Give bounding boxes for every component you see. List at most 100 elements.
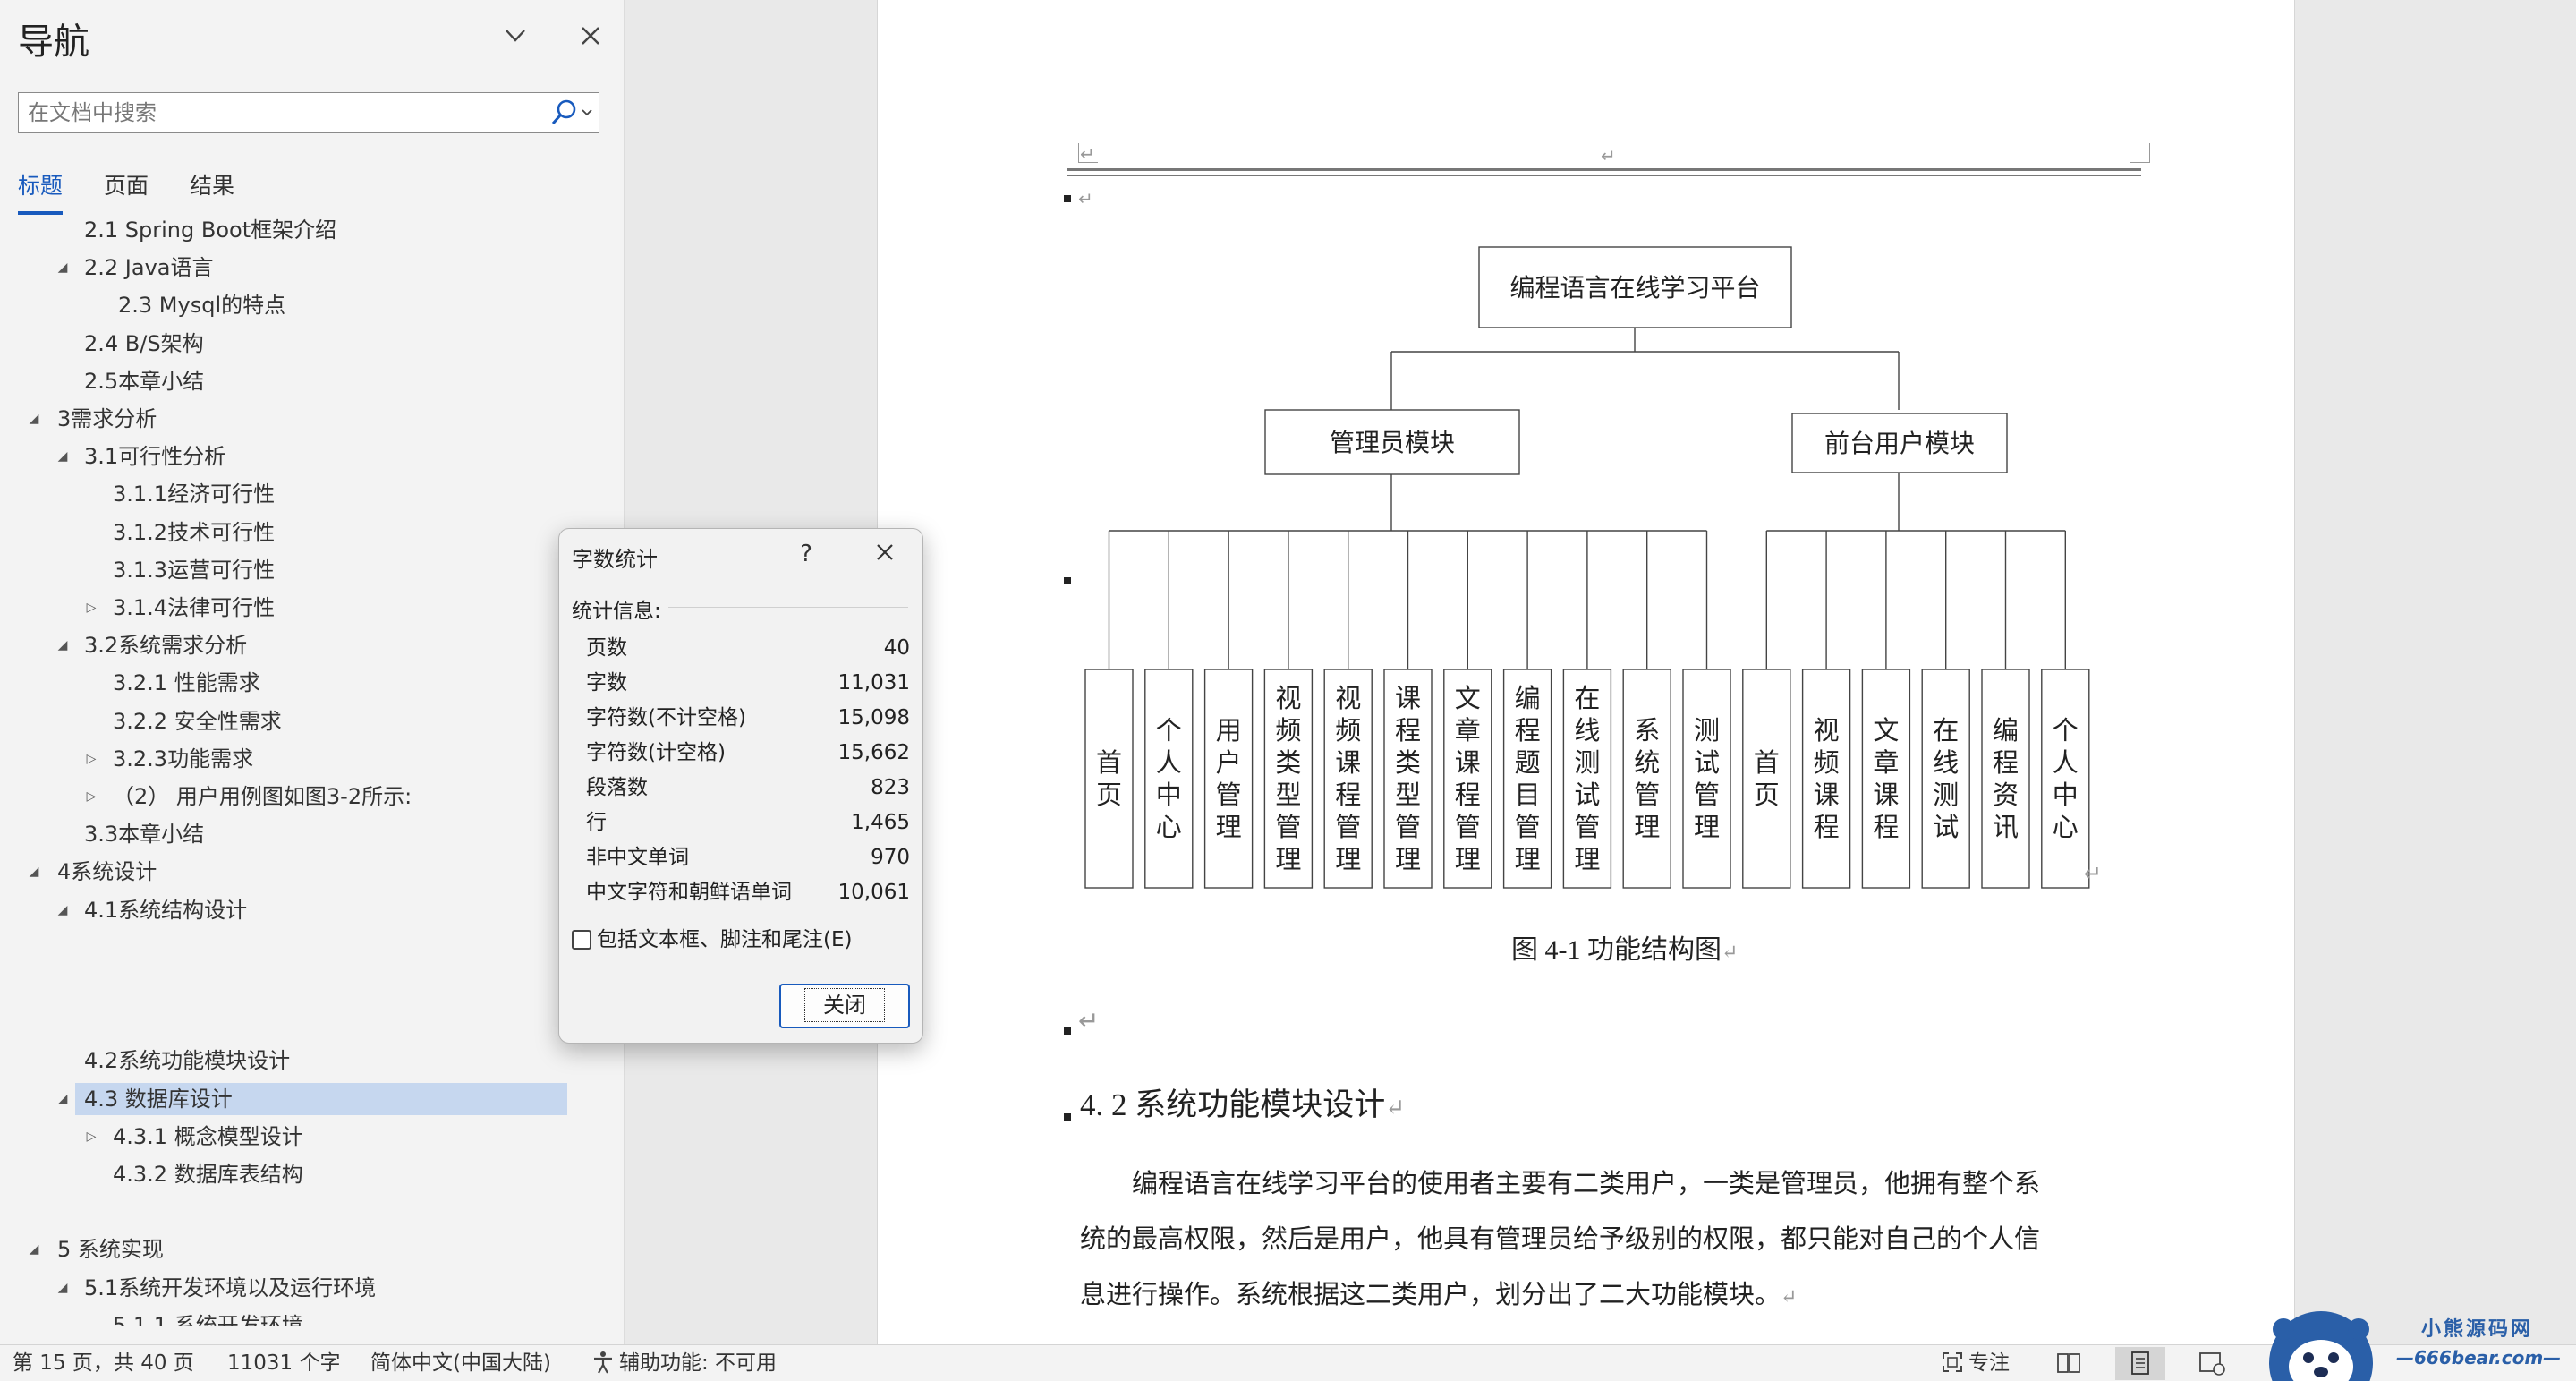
heading-item[interactable]: 2.1 Spring Boot框架介绍 [84, 217, 336, 246]
front-leaf-box: 个人中心 [2041, 669, 2090, 889]
heading-item[interactable]: 4.2系统功能模块设计 [84, 1044, 290, 1077]
include-textboxes-checkbox[interactable]: 包括文本框、脚注和尾注(E) [572, 926, 852, 953]
leaf-box-char: 管 [1574, 812, 1600, 842]
section-heading: 4. 2 系统功能模块设计↵ [1080, 1079, 1405, 1125]
stat-row: 字数 11,031 [586, 666, 910, 700]
leaf-box-char: 视 [1335, 683, 1361, 713]
heading-item[interactable]: 3.1.1经济可行性 [113, 478, 275, 510]
nav-options-chevron-down-icon[interactable] [497, 18, 533, 54]
heading-item[interactable]: 3.3本章小结 [84, 818, 204, 850]
leaf-box-char: 程 [1873, 812, 1899, 842]
collapsed-triangle-icon[interactable]: ▷ [82, 743, 100, 775]
expanded-triangle-icon[interactable]: ◢ [54, 251, 72, 284]
checkbox-label: 包括文本框、脚注和尾注(E) [597, 928, 853, 951]
heading-item[interactable]: 4.3.1 概念模型设计 [113, 1121, 303, 1153]
expanded-triangle-icon[interactable]: ◢ [54, 1083, 72, 1115]
figure-caption: 图 4-1 功能结构图↵ [1511, 927, 1738, 967]
leaf-box-char: 视 [1814, 715, 1840, 746]
search-icon[interactable] [547, 96, 595, 130]
tab-pages[interactable]: 页面 [104, 168, 149, 211]
close-button-label: 关闭 [804, 988, 885, 1022]
leaf-box-char: 目 [1515, 780, 1541, 810]
heading-item[interactable]: 4.1系统结构设计 [84, 894, 247, 926]
leaf-box-char: 人 [2053, 747, 2079, 778]
word-count-status[interactable]: 11031 个字 [227, 1345, 340, 1381]
leaf-box-char: 讯 [1993, 812, 2019, 842]
tab-headings[interactable]: 标题 [18, 168, 64, 215]
heading-item[interactable]: 3.2.1 性能需求 [113, 667, 260, 699]
leaf-box-char: 统 [1634, 747, 1660, 778]
admin-leaf-box: 个人中心 [1144, 669, 1194, 889]
accessibility-status[interactable]: 辅助功能: 不可用 [591, 1345, 777, 1381]
heading-item[interactable]: 5.1.1 系统开发环境 [113, 1309, 303, 1326]
expanded-triangle-icon[interactable]: ◢ [25, 1233, 43, 1266]
search-input[interactable] [28, 93, 547, 132]
nav-close-icon[interactable] [573, 18, 608, 54]
front-leaf-box: 视频课程 [1801, 669, 1851, 889]
read-mode-icon[interactable] [2044, 1347, 2094, 1380]
close-button[interactable]: 关闭 [779, 984, 910, 1028]
caption-text: 图 4-1 功能结构图 [1511, 935, 1722, 965]
paragraph-bullet [1064, 1113, 1071, 1121]
leaf-box-char: 试 [1574, 780, 1600, 810]
leaf-box-char: 型 [1275, 780, 1301, 810]
word-count-dialog: 字数统计 ? 统计信息: 页数 40 字数 11,031 字符数(不计空格) 15,098… [558, 528, 923, 1044]
heading-item[interactable]: 5 系统实现 [57, 1233, 164, 1266]
expanded-triangle-icon[interactable]: ◢ [54, 629, 72, 661]
leaf-box-char: 测 [1933, 780, 1959, 810]
leaf-box-char: 理 [1335, 844, 1361, 874]
expanded-triangle-icon[interactable]: ◢ [54, 894, 72, 926]
admin-leaf-box: 课程类型管理 [1383, 669, 1433, 889]
language-status[interactable]: 简体中文(中国大陆) [370, 1345, 551, 1381]
page-count-status[interactable]: 第 15 页，共 40 页 [13, 1345, 194, 1381]
tab-results[interactable]: 结果 [190, 168, 234, 211]
heading-item[interactable]: 3.2.3功能需求 [113, 743, 253, 775]
heading-item[interactable]: 2.2 Java语言 [84, 251, 214, 284]
focus-mode-button[interactable]: 专注 [1940, 1345, 2010, 1381]
paragraph-bullet [1064, 577, 1071, 584]
heading-item[interactable]: 3.1.4法律可行性 [113, 592, 275, 624]
document-page[interactable]: ↵ ↵ ↵ 编程语言在线学习平台 管理员模块 前台用户模块首页个人中心用户管理视频类… [877, 0, 2295, 1344]
heading-item[interactable]: 3.2.2 安全性需求 [113, 705, 282, 737]
heading-item[interactable]: 3.1可行性分析 [84, 440, 225, 473]
web-layout-icon[interactable] [2187, 1347, 2237, 1380]
heading-item[interactable]: 4系统设计 [57, 856, 157, 888]
leaf-box-char: 心 [1156, 812, 1182, 842]
heading-item[interactable]: 4.3 数据库设计 [84, 1083, 233, 1115]
heading-item[interactable]: 3.1.3运营可行性 [113, 554, 275, 586]
leaf-box-char: 理 [1694, 812, 1720, 842]
collapsed-triangle-icon[interactable]: ▷ [82, 592, 100, 624]
heading-item[interactable]: （2） 用户用例图如图3-2所示: [113, 780, 412, 813]
heading-item[interactable]: 3.1.2技术可行性 [113, 516, 275, 549]
leaf-box-char: 心 [2053, 812, 2079, 842]
heading-item[interactable]: 3.2系统需求分析 [84, 629, 247, 661]
heading-item[interactable]: 2.4 B/S架构 [84, 328, 204, 360]
status-bar: 第 15 页，共 40 页 11031 个字 简体中文(中国大陆) 辅助功能: … [0, 1344, 2576, 1381]
heading-item[interactable]: 4.3.2 数据库表结构 [113, 1158, 303, 1190]
leaf-box-char: 试 [1694, 747, 1720, 778]
stat-value: 11,031 [837, 671, 910, 695]
expanded-triangle-icon[interactable]: ◢ [54, 1272, 72, 1304]
heading-item[interactable]: 2.5本章小结 [84, 365, 204, 397]
expanded-triangle-icon[interactable]: ◢ [54, 440, 72, 473]
collapsed-triangle-icon[interactable]: ▷ [82, 1121, 100, 1153]
help-icon[interactable]: ? [788, 536, 824, 572]
leaf-box-char: 在 [1574, 683, 1600, 713]
leaf-box-char: 课 [1873, 780, 1899, 810]
heading-item[interactable]: 2.3 Mysql的特点 [118, 289, 285, 321]
stat-label: 行 [586, 811, 607, 834]
heading-item[interactable]: 5.1系统开发环境以及运行环境 [84, 1272, 376, 1304]
leaf-box-char: 类 [1275, 747, 1301, 778]
leaf-box-char: 频 [1335, 715, 1361, 746]
admin-leaf-box: 编程题目管理 [1502, 669, 1552, 889]
dialog-close-icon[interactable] [863, 536, 906, 572]
expanded-triangle-icon[interactable]: ◢ [25, 856, 43, 888]
admin-leaf-box: 在线测试管理 [1562, 669, 1612, 889]
print-layout-icon[interactable] [2115, 1347, 2165, 1380]
checkbox-box[interactable] [572, 930, 591, 950]
collapsed-triangle-icon[interactable]: ▷ [82, 780, 100, 813]
heading-item[interactable]: 3需求分析 [57, 403, 157, 435]
front-leaf-box: 编程资讯 [1981, 669, 2030, 889]
expanded-triangle-icon[interactable]: ◢ [25, 403, 43, 435]
leaf-box-char: 个 [2053, 715, 2079, 746]
